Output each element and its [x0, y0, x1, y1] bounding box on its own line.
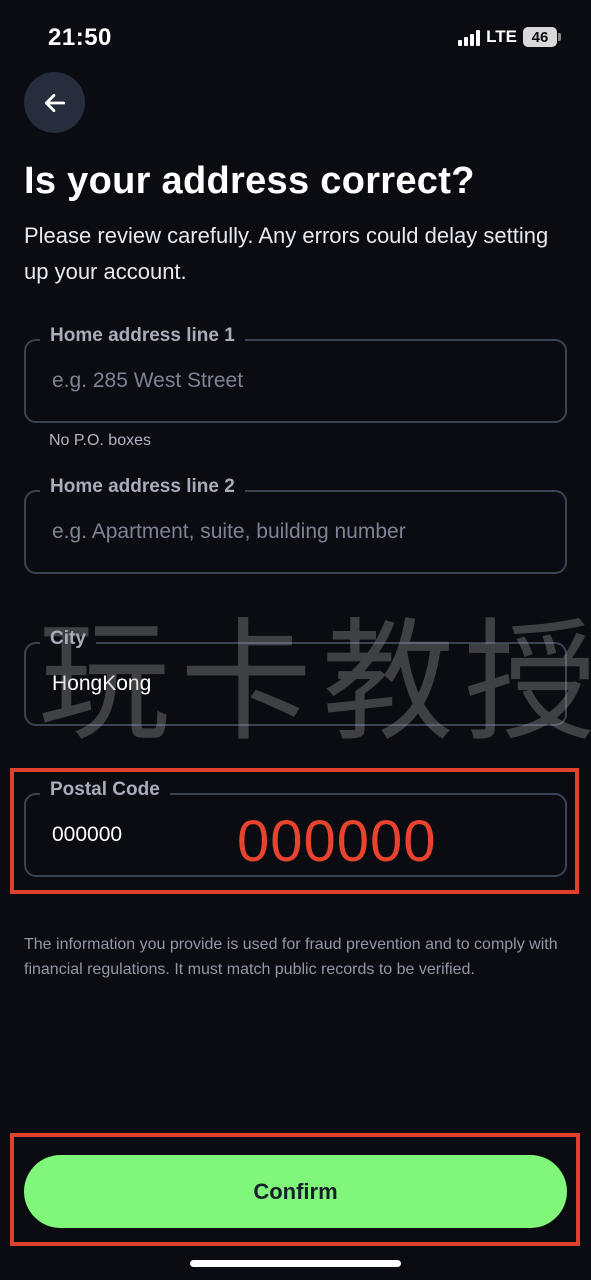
- postal-code-label: Postal Code: [40, 779, 170, 801]
- postal-code-value: 000000: [52, 823, 123, 846]
- back-button[interactable]: [24, 72, 85, 133]
- page-subtitle: Please review carefully. Any errors coul…: [24, 223, 549, 284]
- page-title: Is your address correct?: [24, 160, 475, 202]
- status-time: 21:50: [48, 24, 112, 51]
- disclaimer-text: The information you provide is used for …: [24, 936, 558, 978]
- address-line1-helper: No P.O. boxes: [49, 432, 151, 449]
- confirm-button[interactable]: Confirm: [24, 1155, 567, 1228]
- address-line2-field[interactable]: Home address line 2 e.g. Apartment, suit…: [24, 476, 567, 574]
- address-line1-placeholder: e.g. 285 West Street: [52, 369, 244, 392]
- battery-level: 46: [523, 27, 557, 47]
- postal-code-callout: 000000: [237, 809, 437, 874]
- arrow-left-icon: [44, 93, 65, 112]
- signal-icon: [458, 28, 481, 46]
- battery-icon: 46: [523, 27, 561, 47]
- address-line2-label: Home address line 2: [40, 476, 245, 498]
- address-line1-field[interactable]: Home address line 1 e.g. 285 West Street: [24, 325, 567, 423]
- home-indicator[interactable]: [190, 1260, 401, 1267]
- city-label: City: [40, 628, 96, 650]
- status-indicators: LTE 46: [458, 27, 561, 47]
- address-confirmation-screen: 21:50 LTE 46 Is your address correct? Pl…: [0, 0, 591, 1280]
- address-line2-placeholder: e.g. Apartment, suite, building number: [52, 520, 406, 543]
- address-line1-label: Home address line 1: [40, 325, 245, 347]
- city-value: HongKong: [52, 672, 152, 695]
- city-field[interactable]: City HongKong: [24, 628, 567, 726]
- network-type: LTE: [486, 27, 517, 46]
